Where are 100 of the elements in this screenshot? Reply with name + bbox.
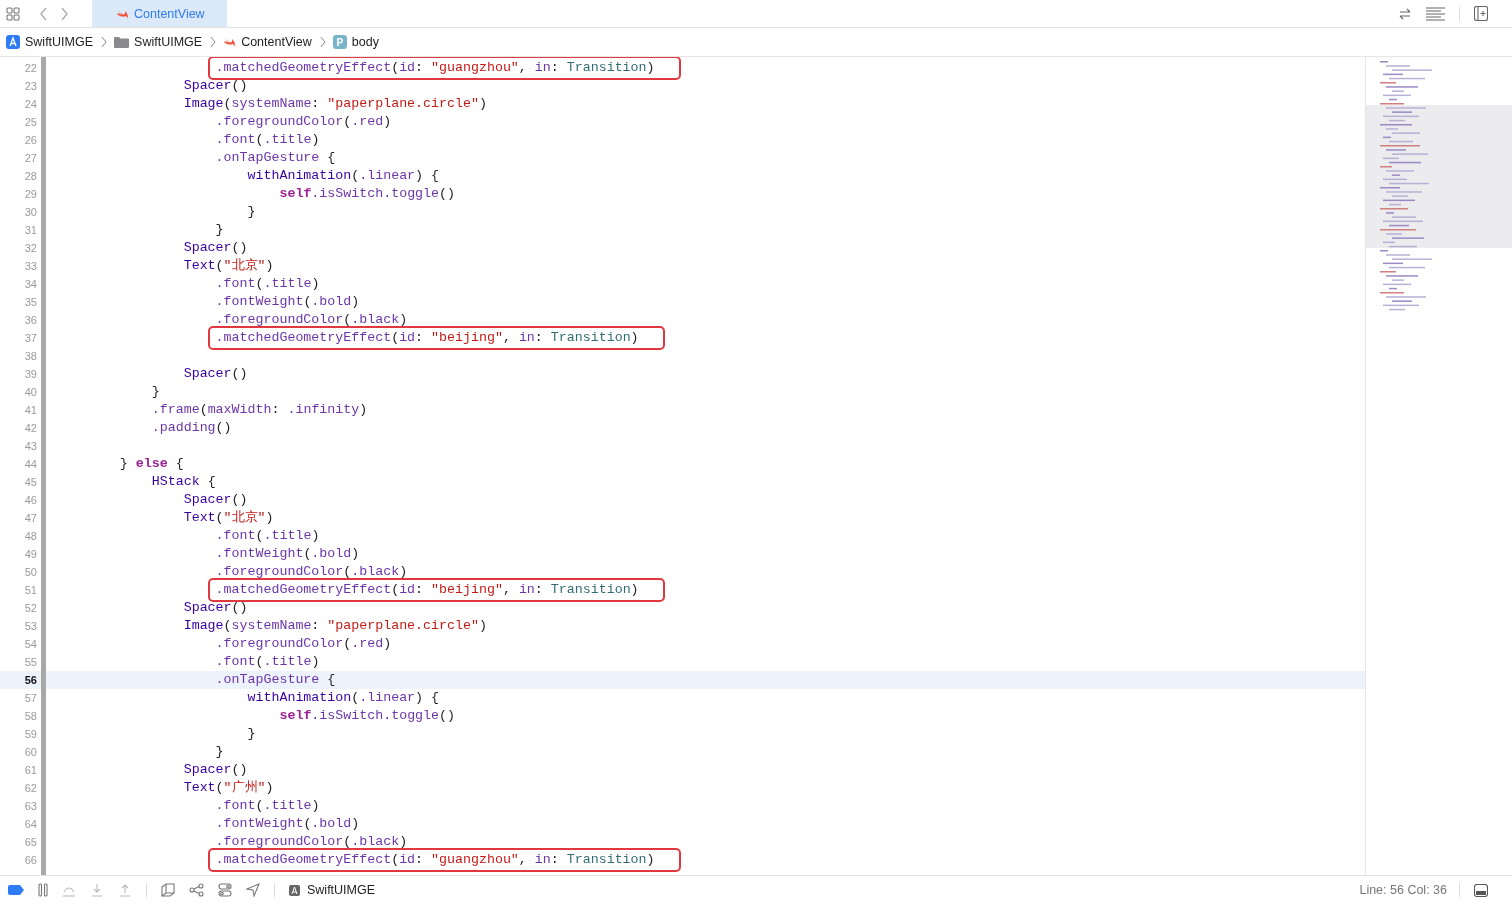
line-number: 39 <box>23 368 37 380</box>
code-line: Text("北京") <box>183 509 274 527</box>
breadcrumb-item[interactable]: body <box>351 35 379 49</box>
line-number: 60 <box>23 746 37 758</box>
code-line: } <box>215 221 224 239</box>
code-line: HStack { <box>151 473 216 491</box>
line-number: 66 <box>23 854 37 866</box>
code-line: } <box>151 383 160 401</box>
line-number: 54 <box>23 638 37 650</box>
line-number: 46 <box>23 494 37 506</box>
line-number: 22 <box>23 62 37 74</box>
code-line: .font(.title) <box>215 797 320 815</box>
property-badge: P <box>332 35 347 49</box>
line-number: 28 <box>23 170 37 182</box>
layers-icon[interactable] <box>161 883 175 897</box>
code-line: .font(.title) <box>215 653 320 671</box>
code-line: .font(.title) <box>215 527 320 545</box>
line-number: 56 <box>23 674 37 686</box>
breadcrumb-item[interactable]: ContentView <box>241 35 312 49</box>
line-number: 50 <box>23 566 37 578</box>
code-line: } else { <box>119 455 184 473</box>
line-number: 31 <box>23 224 37 236</box>
code-line: .foregroundColor(.black) <box>215 833 408 851</box>
app-icon <box>289 884 300 896</box>
folder-icon <box>114 36 130 48</box>
code-line: Spacer() <box>183 491 248 509</box>
line-number: 35 <box>23 296 37 308</box>
code-line: Spacer() <box>183 77 248 95</box>
line-number: 65 <box>23 836 37 848</box>
code-line: } <box>247 725 256 743</box>
app-icon <box>6 35 20 49</box>
line-number: 36 <box>23 314 37 326</box>
line-number: 33 <box>23 260 37 272</box>
code-line: .onTapGesture { <box>215 149 336 167</box>
add-editor-icon[interactable] <box>1474 6 1488 21</box>
nodes-icon[interactable] <box>189 883 204 897</box>
code-line: } <box>247 203 256 221</box>
code-line: Text("广州") <box>183 779 274 797</box>
line-number: 44 <box>23 458 37 470</box>
line-number: 58 <box>23 710 37 722</box>
code-line: .fontWeight(.bold) <box>215 815 360 833</box>
code-line: .fontWeight(.bold) <box>215 545 360 563</box>
line-number: 47 <box>23 512 37 524</box>
line-number: 63 <box>23 800 37 812</box>
code-line: withAnimation(.linear) { <box>247 167 440 185</box>
grid-icon[interactable] <box>6 6 20 21</box>
line-number: 34 <box>23 278 37 290</box>
line-number: 38 <box>23 350 37 362</box>
code-line: Spacer() <box>183 599 248 617</box>
pause-icon[interactable] <box>38 883 48 897</box>
line-number: 43 <box>23 440 37 452</box>
line-number: 37 <box>23 332 37 344</box>
breadcrumb-item[interactable]: SwiftUIMGE <box>134 35 203 49</box>
breakpoint-icon[interactable] <box>8 885 24 895</box>
line-number: 24 <box>23 98 37 110</box>
chevron-icon <box>210 36 217 48</box>
code-line: Spacer() <box>183 761 248 779</box>
line-number: 64 <box>23 818 37 830</box>
back-icon[interactable] <box>40 6 48 21</box>
code-line: .matchedGeometryEffect(id: "beijing", in: Transition) <box>215 329 639 347</box>
code-line: .font(.title) <box>215 275 320 293</box>
line-number: 32 <box>23 242 37 254</box>
code-line: self.isSwitch.toggle() <box>279 707 455 725</box>
panel-icon[interactable] <box>1474 883 1488 897</box>
line-number: 27 <box>23 152 37 164</box>
line-number: 48 <box>23 530 37 542</box>
breadcrumb-item[interactable]: SwiftUIMGE <box>25 35 94 49</box>
line-number: 53 <box>23 620 37 632</box>
code-line: .foregroundColor(.black) <box>215 311 408 329</box>
code-line: .padding() <box>151 419 232 437</box>
line-number: 52 <box>23 602 37 614</box>
line-number: 23 <box>23 80 37 92</box>
forward-icon[interactable] <box>60 6 68 21</box>
chevron-icon <box>319 36 326 48</box>
code-line: .fontWeight(.bold) <box>215 293 360 311</box>
code-line: Image(systemName: "paperplane.circle") <box>183 617 487 635</box>
scheme-label[interactable]: SwiftUIMGE <box>307 883 376 897</box>
line-number: 42 <box>23 422 37 434</box>
code-line: Image(systemName: "paperplane.circle") <box>183 95 487 113</box>
cursor-position: Line: 56 Col: 36 <box>1359 883 1447 897</box>
line-number: 29 <box>23 188 37 200</box>
line-number: 57 <box>23 692 37 704</box>
line-number: 40 <box>23 386 37 398</box>
code-line: .font(.title) <box>215 131 320 149</box>
location-arrow-icon[interactable] <box>246 883 260 897</box>
line-number: 51 <box>23 584 37 596</box>
line-number: 45 <box>23 476 37 488</box>
editor-options-icon[interactable] <box>1426 6 1445 21</box>
code-line: .frame(maxWidth: .infinity) <box>151 401 368 419</box>
code-line: self.isSwitch.toggle() <box>279 185 455 203</box>
line-number: 55 <box>23 656 37 668</box>
code-line: Spacer() <box>183 365 248 383</box>
swap-arrows-icon[interactable] <box>1398 6 1412 21</box>
line-number: 41 <box>23 404 37 416</box>
line-number: 62 <box>23 782 37 794</box>
code-line: Text("北京") <box>183 257 274 275</box>
line-number: 61 <box>23 764 37 776</box>
code-line: Spacer() <box>183 239 248 257</box>
code-line: .foregroundColor(.black) <box>215 563 408 581</box>
toggle-icon[interactable] <box>218 883 232 897</box>
